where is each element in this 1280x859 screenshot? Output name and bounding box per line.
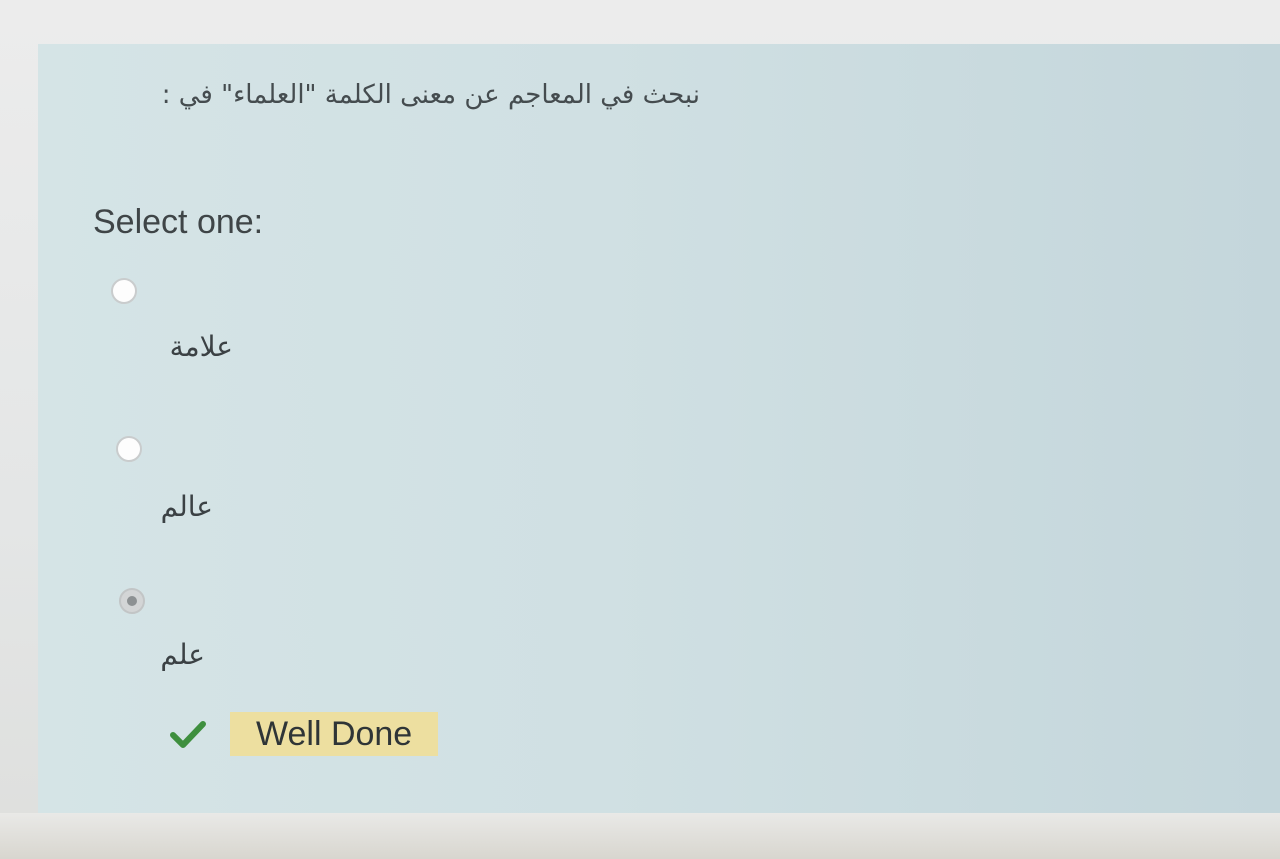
option-1-radio[interactable]: [111, 278, 137, 304]
option-2-label[interactable]: عالم: [161, 490, 213, 523]
feedback-row: Well Done: [168, 711, 439, 757]
option-2-radio[interactable]: [116, 436, 142, 462]
bottom-strip: [0, 813, 1280, 859]
feedback-text: Well Done: [230, 712, 439, 756]
option-1-label[interactable]: علامة: [170, 330, 233, 363]
quiz-page: نبحث في المعاجم عن معنى الكلمة "العلماء"…: [0, 0, 1280, 859]
option-3-radio[interactable]: [119, 588, 145, 614]
question-container: [38, 44, 1280, 820]
checkmark-icon: [168, 714, 208, 754]
option-3-label[interactable]: علم: [160, 638, 205, 671]
select-one-prompt: Select one:: [93, 203, 264, 241]
question-text: نبحث في المعاجم عن معنى الكلمة "العلماء"…: [161, 80, 700, 110]
